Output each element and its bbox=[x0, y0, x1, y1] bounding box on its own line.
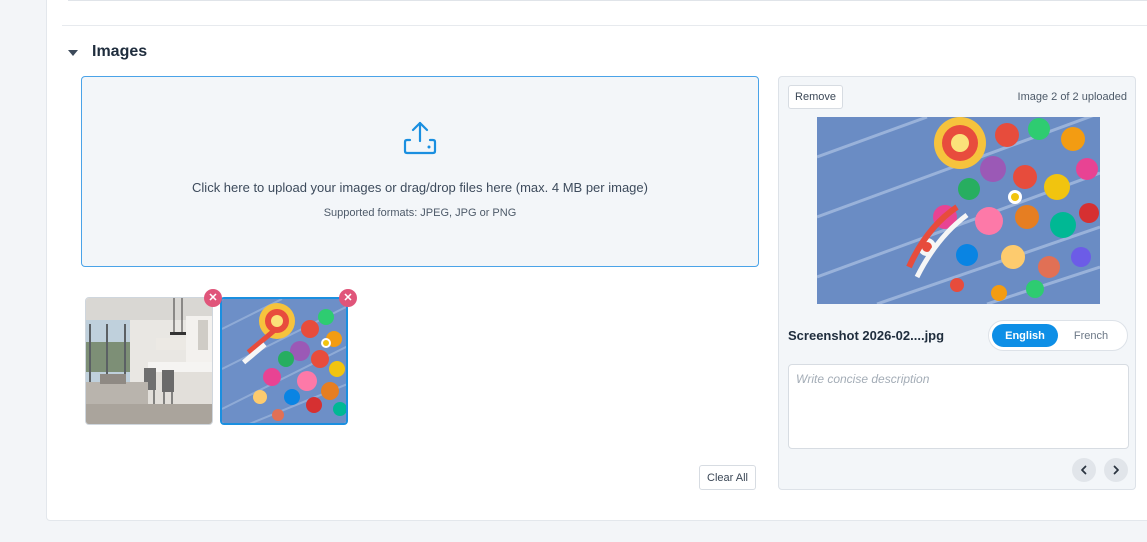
chevron-right-icon bbox=[1113, 465, 1119, 475]
image-detail-panel: Remove Image 2 of 2 uploaded Screenshot … bbox=[778, 76, 1136, 490]
upload-instructions: Click here to upload your images or drag… bbox=[192, 180, 648, 195]
previous-image-button[interactable] bbox=[1072, 458, 1096, 482]
image-preview bbox=[817, 117, 1100, 304]
candy-image bbox=[220, 297, 348, 425]
supported-formats: Supported formats: JPEG, JPG or PNG bbox=[323, 207, 517, 219]
images-section-toggle[interactable]: Images bbox=[68, 40, 147, 64]
description-input[interactable] bbox=[788, 364, 1129, 449]
language-toggle: English French bbox=[988, 320, 1128, 351]
close-icon[interactable]: ✕ bbox=[204, 289, 222, 307]
image-thumbnail[interactable]: ✕ bbox=[85, 289, 222, 425]
upload-dropzone[interactable]: Click here to upload your images or drag… bbox=[81, 76, 759, 267]
divider bbox=[68, 0, 1147, 1]
next-image-button[interactable] bbox=[1104, 458, 1128, 482]
image-filename: Screenshot 2026-02....jpg bbox=[788, 328, 945, 343]
image-thumbnail-selected[interactable]: ✕ bbox=[220, 289, 357, 425]
remove-button[interactable]: Remove bbox=[788, 85, 843, 109]
upload-count: Image 2 of 2 uploaded bbox=[1017, 91, 1127, 103]
language-english-button[interactable]: English bbox=[992, 324, 1058, 347]
upload-icon bbox=[403, 121, 437, 155]
caret-down-icon bbox=[68, 49, 78, 56]
section-title: Images bbox=[92, 43, 148, 60]
section-divider bbox=[62, 25, 1147, 26]
clear-all-button[interactable]: Clear All bbox=[699, 465, 756, 490]
close-icon[interactable]: ✕ bbox=[339, 289, 357, 307]
language-french-button[interactable]: French bbox=[1058, 324, 1124, 347]
kitchen-image bbox=[85, 297, 213, 425]
chevron-left-icon bbox=[1081, 465, 1087, 475]
